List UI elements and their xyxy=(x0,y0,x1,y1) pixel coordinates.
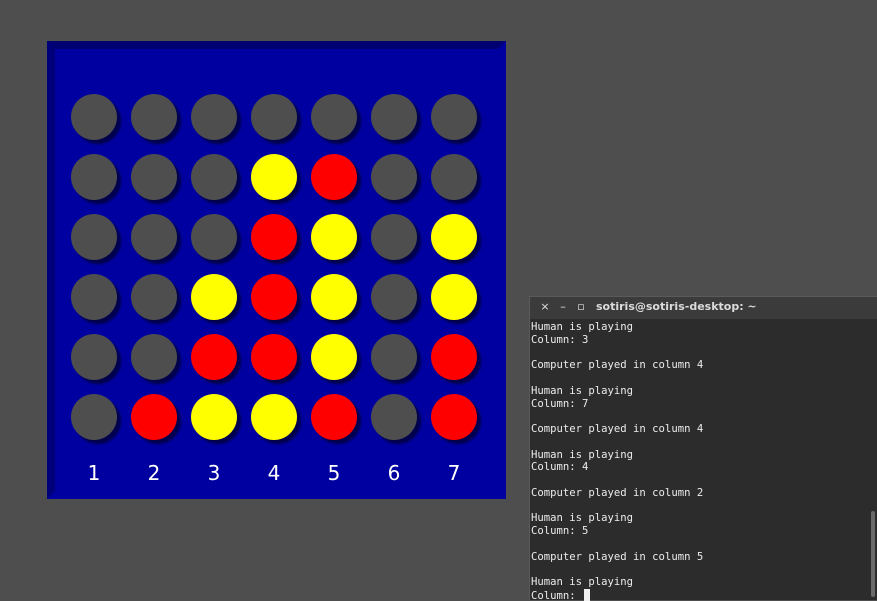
column-label: 3 xyxy=(207,461,221,485)
terminal-line: Human is playing xyxy=(531,384,634,397)
cell-empty[interactable] xyxy=(311,94,357,140)
terminal-line: Column: 7 xyxy=(531,397,589,410)
cell-empty[interactable] xyxy=(191,214,237,260)
cell-empty[interactable] xyxy=(71,334,117,380)
terminal-line: Column: xyxy=(531,588,591,601)
terminal-output[interactable]: Human is playing Column: 3 Computer played… xyxy=(530,319,868,601)
terminal-line: Column: 3 xyxy=(531,333,589,346)
cell-empty[interactable] xyxy=(71,394,117,440)
cell-yellow[interactable] xyxy=(191,274,237,320)
cell-yellow[interactable] xyxy=(311,214,357,260)
minimize-icon[interactable]: – xyxy=(556,300,570,314)
board-bevel-left xyxy=(47,41,55,499)
terminal-line: Computer played in column 2 xyxy=(531,486,704,499)
cell-red[interactable] xyxy=(251,214,297,260)
column-label: 2 xyxy=(147,461,161,485)
column-label: 1 xyxy=(87,461,101,485)
cell-empty[interactable] xyxy=(191,94,237,140)
cell-empty[interactable] xyxy=(431,94,477,140)
cell-empty[interactable] xyxy=(71,274,117,320)
cell-red[interactable] xyxy=(431,334,477,380)
terminal-line: Human is playing xyxy=(531,321,634,333)
cell-empty[interactable] xyxy=(371,154,417,200)
terminal-line: Computer played in column 4 xyxy=(531,359,704,372)
cell-empty[interactable] xyxy=(71,94,117,140)
cell-yellow[interactable] xyxy=(251,154,297,200)
terminal-titlebar: × – ▫ sotiris@sotiris-desktop: ~ xyxy=(530,297,877,319)
cell-red[interactable] xyxy=(311,154,357,200)
cell-empty[interactable] xyxy=(131,274,177,320)
cell-empty[interactable] xyxy=(131,94,177,140)
terminal-line: Column: 5 xyxy=(531,525,589,537)
cell-yellow[interactable] xyxy=(251,394,297,440)
cell-empty[interactable] xyxy=(131,154,177,200)
cell-empty[interactable] xyxy=(371,94,417,140)
cell-empty[interactable] xyxy=(371,394,417,440)
terminal-line: Column: 4 xyxy=(531,461,589,474)
board-bevel-top xyxy=(47,41,506,49)
cell-empty[interactable] xyxy=(131,334,177,380)
cell-red[interactable] xyxy=(431,394,477,440)
game-board: 1 2 3 4 5 6 7 xyxy=(47,41,506,499)
cell-empty[interactable] xyxy=(371,214,417,260)
terminal-line: Human is playing xyxy=(531,512,634,525)
terminal-line: Computer played in column 5 xyxy=(531,550,704,563)
maximize-icon[interactable]: ▫ xyxy=(574,300,588,314)
cell-red[interactable] xyxy=(131,394,177,440)
terminal-scrollbar[interactable] xyxy=(871,511,875,597)
cell-empty[interactable] xyxy=(251,94,297,140)
terminal-line: Human is playing xyxy=(531,576,634,588)
cell-yellow[interactable] xyxy=(311,274,357,320)
column-label: 4 xyxy=(267,461,281,485)
cell-yellow[interactable] xyxy=(431,214,477,260)
cell-red[interactable] xyxy=(251,334,297,380)
terminal-title: sotiris@sotiris-desktop: ~ xyxy=(596,300,757,313)
terminal-line: Human is playing xyxy=(531,448,634,461)
cell-red[interactable] xyxy=(251,274,297,320)
column-label: 7 xyxy=(447,461,461,485)
cell-empty[interactable] xyxy=(371,334,417,380)
text-cursor xyxy=(584,588,591,601)
cell-empty[interactable] xyxy=(371,274,417,320)
cell-empty[interactable] xyxy=(131,214,177,260)
cell-red[interactable] xyxy=(311,394,357,440)
close-icon[interactable]: × xyxy=(538,300,552,314)
cell-yellow[interactable] xyxy=(431,274,477,320)
cell-empty[interactable] xyxy=(71,154,117,200)
cell-empty[interactable] xyxy=(71,214,117,260)
terminal-line: Computer played in column 4 xyxy=(531,423,704,435)
column-label: 6 xyxy=(387,461,401,485)
cell-red[interactable] xyxy=(191,334,237,380)
column-label: 5 xyxy=(327,461,341,485)
cell-yellow[interactable] xyxy=(311,334,357,380)
cell-yellow[interactable] xyxy=(191,394,237,440)
cell-empty[interactable] xyxy=(191,154,237,200)
cell-empty[interactable] xyxy=(431,154,477,200)
terminal-window: × – ▫ sotiris@sotiris-desktop: ~ Human i… xyxy=(529,296,877,601)
